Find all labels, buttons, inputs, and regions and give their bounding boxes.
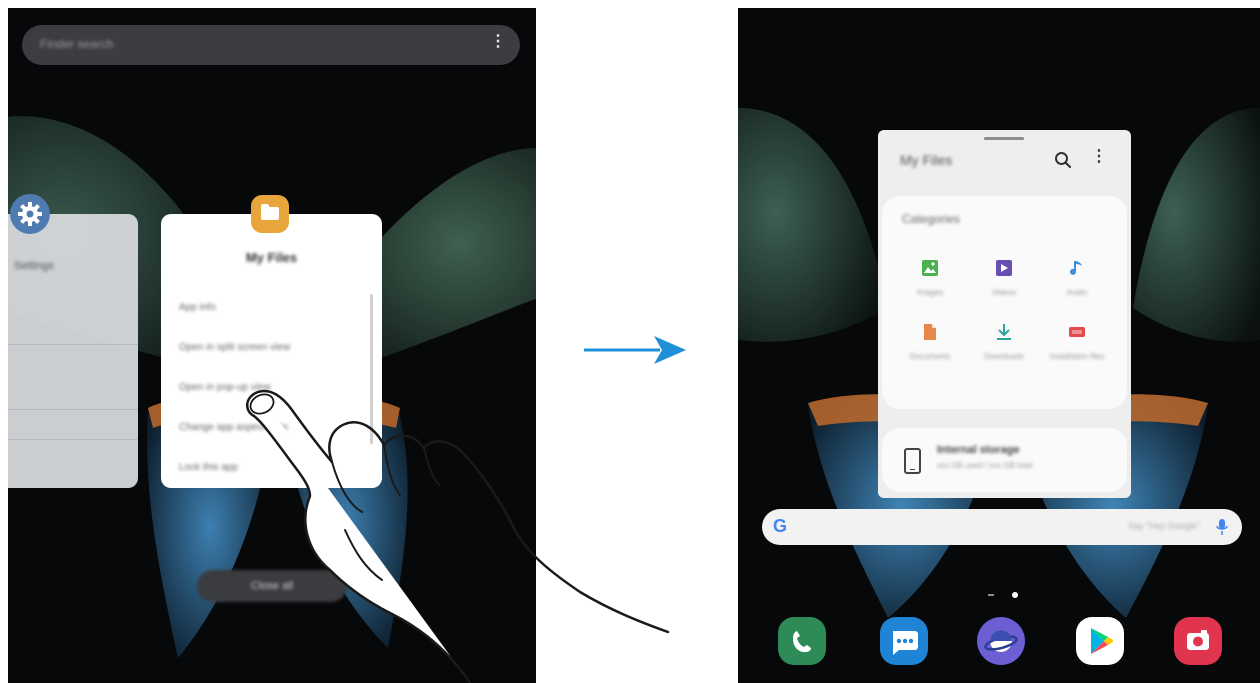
music-icon bbox=[1070, 261, 1082, 275]
category-videos[interactable]: Videos bbox=[969, 258, 1039, 297]
google-search-bar[interactable]: G Say "Hey Google" bbox=[762, 509, 1242, 545]
download-icon bbox=[997, 324, 1011, 340]
play-store-app-icon[interactable] bbox=[1076, 617, 1124, 665]
category-label: Downloads bbox=[984, 352, 1024, 361]
camera-app-icon[interactable] bbox=[1174, 617, 1222, 665]
category-label: Images bbox=[916, 288, 944, 297]
categories-title: Categories bbox=[902, 212, 961, 226]
document-icon bbox=[924, 324, 936, 340]
more-options-icon[interactable]: ⋮ bbox=[1091, 149, 1107, 165]
page-indicator[interactable] bbox=[988, 590, 1024, 600]
home-screen: My Files ⋮ Categories Images Videos Audi… bbox=[738, 8, 1260, 683]
microphone-icon[interactable] bbox=[1216, 518, 1228, 536]
my-files-popup-window[interactable]: My Files ⋮ Categories Images Videos Audi… bbox=[878, 130, 1131, 498]
image-icon bbox=[922, 260, 938, 276]
category-documents[interactable]: Documents bbox=[895, 322, 965, 361]
category-label: Videos bbox=[991, 288, 1017, 297]
search-icon[interactable] bbox=[1053, 150, 1073, 170]
popup-title: My Files bbox=[900, 152, 953, 168]
category-label: Documents bbox=[909, 352, 951, 361]
category-label: Audio bbox=[1066, 288, 1088, 297]
storage-usage: xxx GB used / xxx GB total bbox=[937, 461, 1033, 470]
internet-app-icon[interactable] bbox=[977, 617, 1025, 665]
google-logo-icon: G bbox=[773, 516, 788, 536]
category-label: Installation files bbox=[1049, 352, 1105, 361]
category-audio[interactable]: Audio bbox=[1042, 258, 1112, 297]
popup-drag-handle[interactable] bbox=[984, 137, 1024, 140]
internal-storage-card[interactable]: Internal storage xxx GB used / xxx GB to… bbox=[882, 428, 1127, 492]
video-icon bbox=[996, 260, 1012, 276]
voice-hint: Say "Hey Google" bbox=[1128, 521, 1200, 531]
phone-storage-icon bbox=[904, 448, 921, 474]
category-downloads[interactable]: Downloads bbox=[969, 322, 1039, 361]
storage-title: Internal storage bbox=[937, 444, 1020, 456]
phone-app-icon[interactable] bbox=[778, 617, 826, 665]
apk-icon bbox=[1069, 327, 1085, 337]
categories-card: Categories Images Videos Audio Documents… bbox=[882, 196, 1127, 409]
category-images[interactable]: Images bbox=[895, 258, 965, 297]
category-installation-files[interactable]: Installation files bbox=[1042, 322, 1112, 361]
transition-arrow-icon bbox=[584, 336, 686, 364]
messages-app-icon[interactable] bbox=[880, 617, 928, 665]
